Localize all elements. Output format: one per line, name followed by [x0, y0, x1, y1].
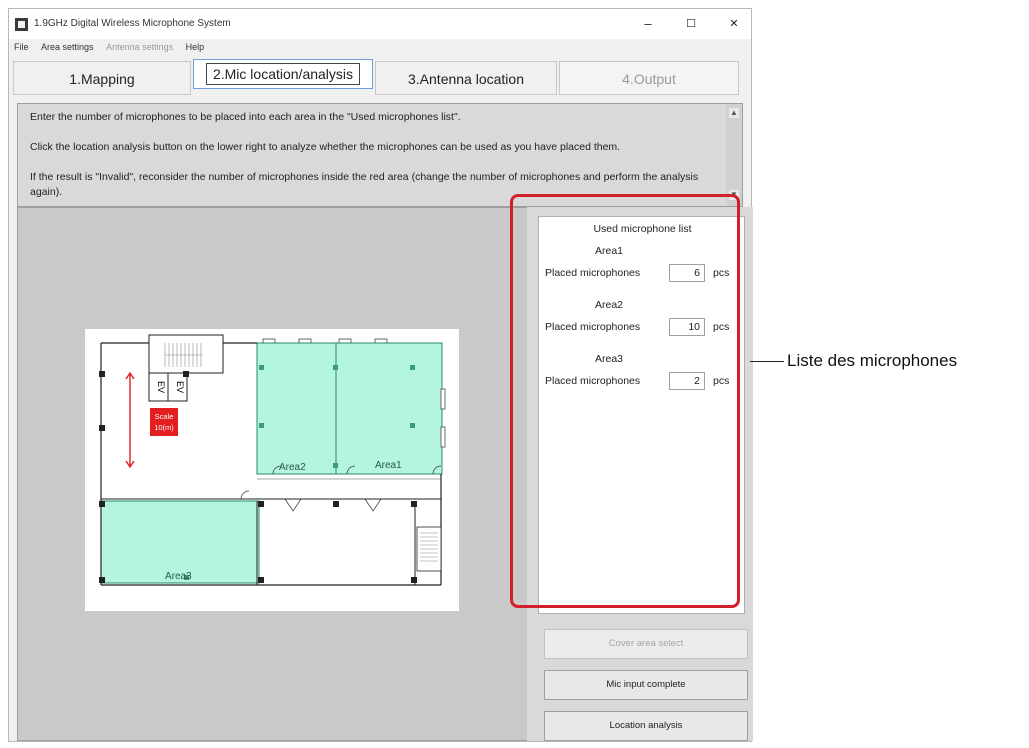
- menu-bar: File Area settings Antenna settings Help: [9, 39, 751, 57]
- tab-label: 3.Antenna location: [408, 71, 524, 87]
- scale-label: Scale: [155, 412, 174, 421]
- title-bar: 1.9GHz Digital Wireless Microphone Syste…: [9, 9, 751, 39]
- area2-region[interactable]: [256, 342, 337, 475]
- ev-label-2: EV: [175, 381, 185, 393]
- tab-antenna-location[interactable]: 3.Antenna location: [375, 61, 557, 95]
- ev-label-1: EV: [156, 381, 166, 393]
- window-title: 1.9GHz Digital Wireless Microphone Syste…: [34, 18, 231, 29]
- minimize-button[interactable]: –: [637, 15, 659, 33]
- menu-area-settings[interactable]: Area settings: [36, 39, 99, 55]
- callout-line: [750, 361, 784, 362]
- mic-input-complete-button[interactable]: Mic input complete: [544, 670, 748, 700]
- tab-mic-location-analysis[interactable]: 2.Mic location/analysis: [193, 59, 373, 89]
- tab-mapping[interactable]: 1.Mapping: [13, 61, 191, 95]
- area1-label: Area1: [375, 460, 402, 471]
- instruction-line-2: Click the location analysis button on th…: [30, 141, 621, 153]
- scroll-up-icon[interactable]: ▲: [729, 108, 739, 118]
- cover-area-select-button: Cover area select: [544, 629, 748, 659]
- floor-plan[interactable]: EV EV Scale 10(m) Area2 Area1 Area3: [85, 329, 459, 611]
- menu-antenna-settings: Antenna settings: [106, 42, 174, 52]
- tab-label: 2.Mic location/analysis: [205, 63, 361, 85]
- menu-help[interactable]: Help: [181, 39, 210, 55]
- app-icon: [15, 18, 28, 31]
- location-analysis-button[interactable]: Location analysis: [544, 711, 748, 741]
- instructions-scrollbar[interactable]: ▲ ▼: [726, 104, 742, 206]
- floor-plan-drawing: EV EV Scale 10(m) Area2 Area1 Area3: [99, 334, 446, 586]
- callout-label: Liste des microphones: [787, 351, 958, 370]
- maximize-button[interactable]: ☐: [680, 15, 702, 33]
- map-canvas[interactable]: EV EV Scale 10(m) Area2 Area1 Area3: [17, 207, 529, 741]
- mic-list-highlight: [510, 194, 740, 608]
- area2-label: Area2: [279, 462, 306, 473]
- close-button[interactable]: ✕: [723, 15, 745, 33]
- tab-output: 4.Output: [559, 61, 739, 95]
- area1-region[interactable]: [335, 342, 443, 475]
- scale-value: 10(m): [154, 423, 174, 432]
- area3-label: Area3: [165, 571, 192, 582]
- tab-label: 4.Output: [622, 71, 676, 87]
- tab-label: 1.Mapping: [69, 71, 135, 87]
- instruction-line-1: Enter the number of microphones to be pl…: [30, 111, 461, 123]
- menu-file[interactable]: File: [9, 39, 34, 55]
- tab-strip: 1.Mapping 2.Mic location/analysis 3.Ante…: [13, 59, 747, 97]
- instructions-panel: Enter the number of microphones to be pl…: [17, 103, 743, 207]
